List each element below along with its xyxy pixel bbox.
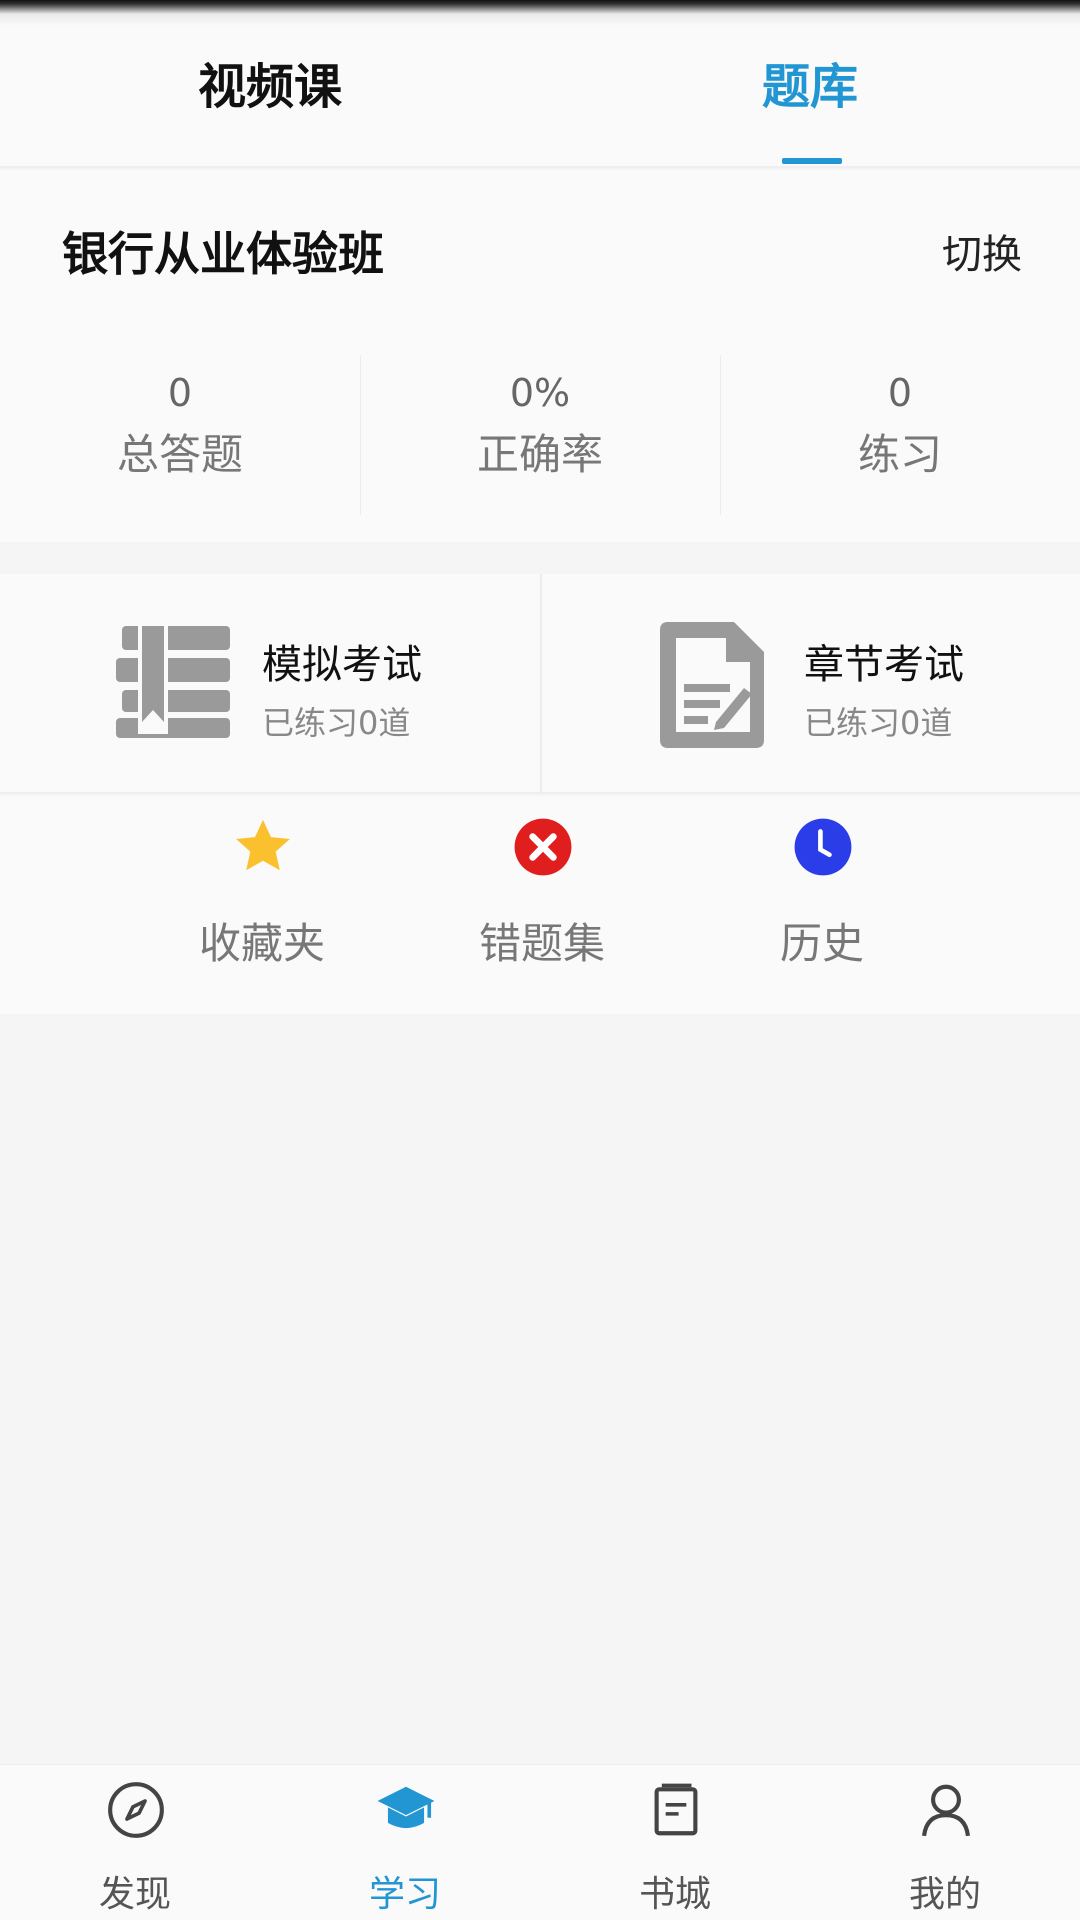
x-circle-icon	[514, 818, 572, 876]
stat-value: 0	[167, 371, 193, 415]
book-list-icon	[112, 622, 234, 744]
nav-label: 书城	[638, 1874, 711, 1915]
top-tab-bar: 视频课 题库	[0, 26, 1080, 168]
stat-accuracy: 0% 正确率	[360, 355, 720, 515]
nav-discover[interactable]: 发现	[0, 1765, 270, 1920]
stat-value: 0	[887, 371, 913, 415]
chapter-exam-subtitle: 已练习0道	[804, 704, 953, 742]
mock-exam-subtitle: 已练习0道	[262, 704, 411, 742]
mock-exam-title: 模拟考试	[262, 642, 422, 688]
class-info-card: 银行从业体验班 切换 0 总答题 0% 正确率 0 练习	[0, 170, 1080, 542]
tab-video-course[interactable]: 视频课	[0, 26, 540, 168]
mock-exam-button[interactable]: 模拟考试 已练习0道	[0, 574, 540, 794]
favorites-button[interactable]: 收藏夹	[162, 796, 362, 1014]
favorites-label: 收藏夹	[198, 919, 325, 968]
exam-entries: 模拟考试 已练习0道 章节考试 已练习0道	[0, 574, 1080, 794]
nav-bookstore[interactable]: 书城	[540, 1765, 810, 1920]
nav-study[interactable]: 学习	[270, 1765, 540, 1920]
stat-label: 正确率	[476, 430, 603, 479]
compass-icon	[108, 1782, 164, 1838]
stat-total-answered: 0 总答题	[0, 355, 360, 515]
book-icon	[654, 1783, 698, 1836]
class-title: 银行从业体验班	[62, 227, 384, 281]
status-bar	[0, 0, 1080, 26]
stat-label: 练习	[857, 430, 942, 479]
stat-practice: 0 练习	[720, 355, 1080, 515]
stat-label: 总答题	[116, 430, 243, 479]
star-icon	[236, 819, 290, 871]
wrong-questions-button[interactable]: 错题集	[442, 796, 642, 1014]
active-tab-indicator	[782, 158, 842, 164]
bottom-navigation: 发现 学习 书城 我的	[0, 1764, 1080, 1920]
wrong-questions-label: 错题集	[478, 919, 605, 968]
tools-row: 收藏夹 错题集 历史	[0, 796, 1080, 1014]
tab-question-bank[interactable]: 题库	[540, 26, 1080, 168]
stat-value: 0%	[509, 371, 571, 415]
user-icon	[921, 1784, 971, 1837]
graduation-cap-icon	[377, 1786, 435, 1829]
chapter-exam-button[interactable]: 章节考试 已练习0道	[540, 574, 1080, 794]
chapter-exam-title: 章节考试	[804, 642, 964, 688]
clock-icon	[794, 818, 852, 876]
history-label: 历史	[779, 919, 864, 968]
nav-label: 发现	[98, 1874, 171, 1915]
nav-label: 我的	[908, 1874, 981, 1915]
nav-label: 学习	[368, 1874, 441, 1915]
switch-class-button[interactable]: 切换	[942, 222, 1022, 280]
stats-row: 0 总答题 0% 正确率 0 练习	[0, 355, 1080, 515]
document-edit-icon	[660, 622, 768, 752]
nav-mine[interactable]: 我的	[810, 1765, 1080, 1920]
history-button[interactable]: 历史	[722, 796, 922, 1014]
